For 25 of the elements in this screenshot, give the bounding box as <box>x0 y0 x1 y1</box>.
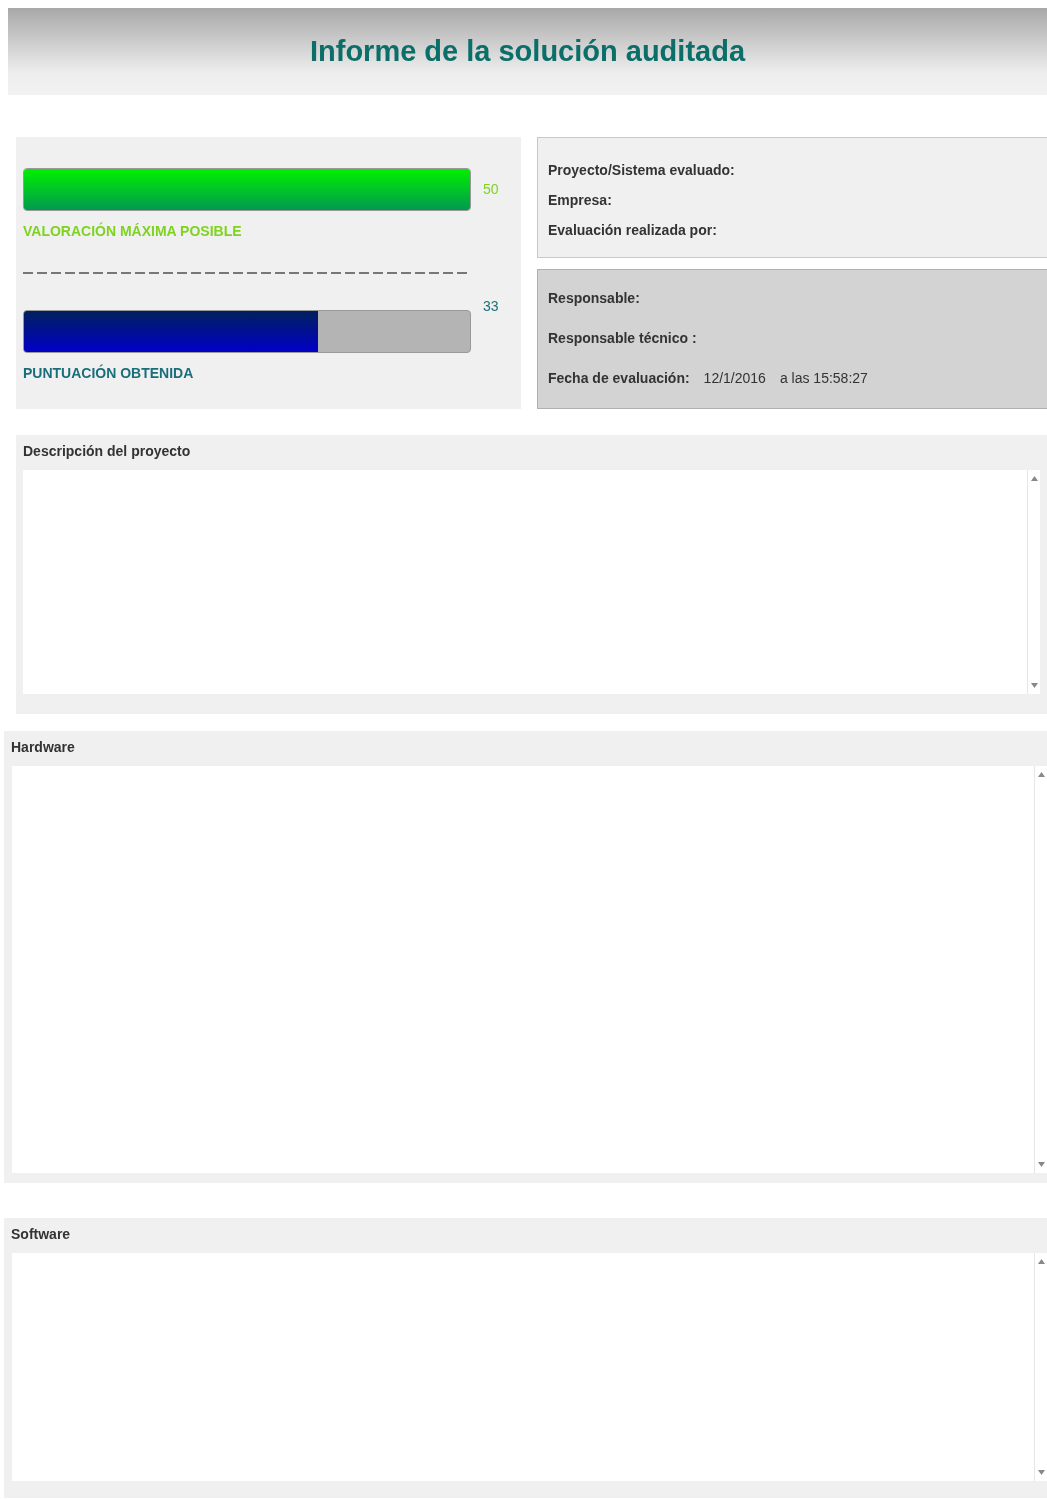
section-title: Software <box>10 1225 72 1244</box>
score-label: PUNTUACIÓN OBTENIDA <box>23 365 195 381</box>
date-value: 12/1/2016 <box>703 370 766 386</box>
time-value: a las 15:58:27 <box>779 370 868 386</box>
info-label: Fecha de evaluación: <box>548 370 690 386</box>
info-label: Evaluación realizada por: <box>548 222 718 238</box>
scroll-down-icon[interactable] <box>1030 683 1038 688</box>
info-label: Empresa: <box>548 192 613 208</box>
section-title: Descripción del proyecto <box>22 442 192 461</box>
scroll-up-icon[interactable] <box>1037 1259 1045 1264</box>
info-label: Proyecto/Sistema evaluado: <box>548 162 736 178</box>
scroll-down-icon[interactable] <box>1037 1470 1045 1475</box>
report-title: Informe de la solución auditada <box>309 35 746 68</box>
section-title: Hardware <box>10 738 76 757</box>
info-label: Responsable técnico : <box>548 330 698 346</box>
score-value: 33 <box>483 298 499 314</box>
scroll-down-icon[interactable] <box>1037 1162 1045 1167</box>
scrollbar[interactable] <box>1027 470 1040 694</box>
score-value: 50 <box>483 181 499 197</box>
scroll-up-icon[interactable] <box>1030 476 1038 481</box>
info-label: Responsable: <box>548 290 641 306</box>
score-label: VALORACIÓN MÁXIMA POSIBLE <box>23 223 243 239</box>
scrollbar[interactable] <box>1034 766 1047 1173</box>
scroll-up-icon[interactable] <box>1037 772 1045 777</box>
scrollbar[interactable] <box>1034 1253 1047 1481</box>
